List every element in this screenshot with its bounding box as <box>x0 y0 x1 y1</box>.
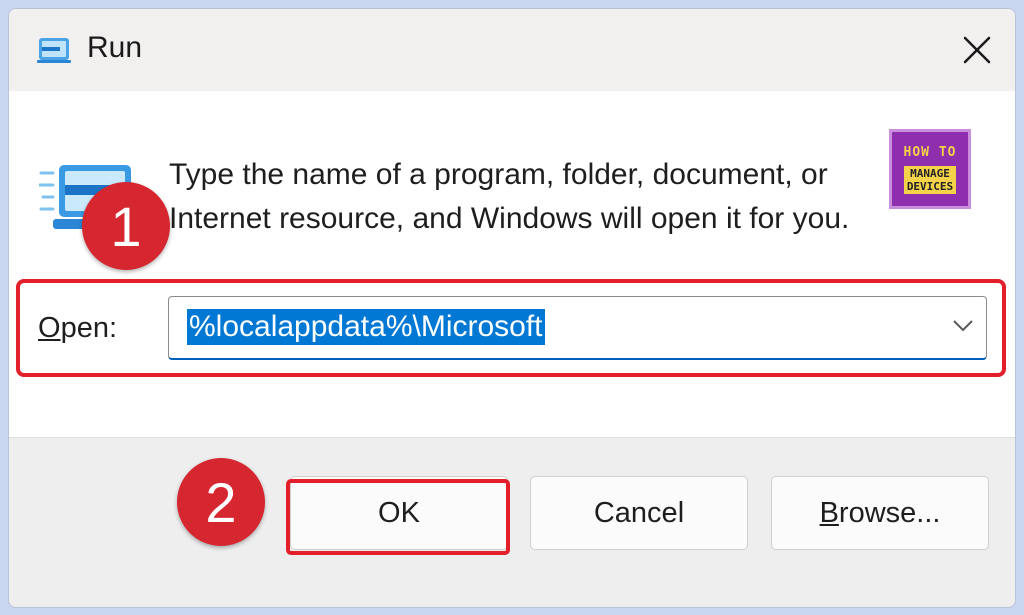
open-combobox[interactable]: %localappdata%\Microsoft <box>168 296 987 360</box>
run-app-icon <box>37 38 71 63</box>
step-badge-1: 1 <box>82 182 170 270</box>
logo-line1: HOW TO <box>903 144 957 160</box>
chevron-down-icon[interactable] <box>952 319 974 333</box>
window-title: Run <box>87 31 143 64</box>
open-input-value[interactable]: %localappdata%\Microsoft <box>187 309 545 345</box>
logo-line2b: DEVICES <box>906 179 954 193</box>
close-button[interactable] <box>949 23 1005 77</box>
dialog-body: Type the name of a program, folder, docu… <box>9 91 1015 437</box>
ok-button[interactable]: OK <box>290 476 508 550</box>
logo-line2a: MANAGE <box>910 166 950 180</box>
cancel-button[interactable]: Cancel <box>530 476 748 550</box>
open-label: Open: <box>38 312 118 344</box>
title-bar: Run <box>9 9 1015 91</box>
close-icon <box>963 36 991 64</box>
step-badge-2: 2 <box>177 458 265 546</box>
dialog-description: Type the name of a program, folder, docu… <box>169 158 850 235</box>
browse-button[interactable]: Browse... <box>771 476 989 550</box>
howto-manage-devices-logo: HOW TO MANAGE DEVICES <box>889 129 971 209</box>
logo-line2: MANAGE DEVICES <box>903 165 957 194</box>
